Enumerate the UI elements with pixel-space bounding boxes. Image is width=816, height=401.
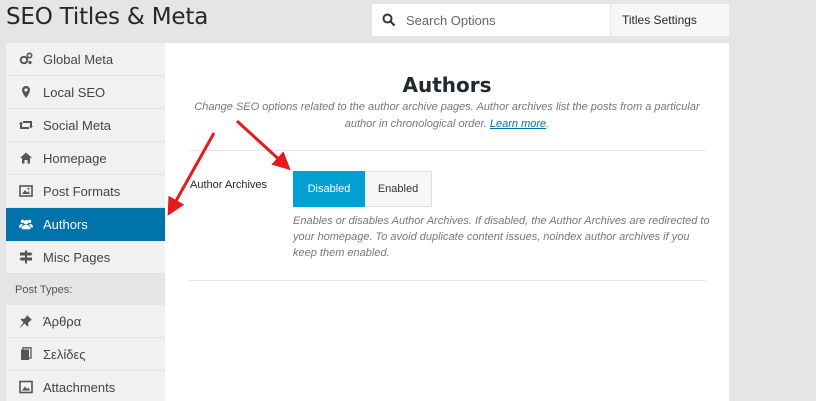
pin-icon	[19, 314, 33, 328]
sidebar-item-post-formats[interactable]: Post Formats	[6, 175, 165, 208]
sidebar-item-homepage[interactable]: Homepage	[6, 142, 165, 175]
disabled-option-button[interactable]: Disabled	[293, 171, 365, 207]
users-icon	[19, 217, 33, 231]
sidebar-item-articles[interactable]: Άρθρα	[6, 305, 165, 338]
enabled-option-button[interactable]: Enabled	[365, 171, 432, 207]
sidebar-item-social-meta[interactable]: Social Meta	[6, 109, 165, 142]
author-archives-label: Author Archives	[190, 179, 268, 191]
image-icon	[19, 184, 33, 198]
section-description-end: .	[546, 118, 550, 130]
retweet-icon	[19, 118, 33, 132]
page-title: SEO Titles & Meta	[6, 4, 209, 30]
pages-icon	[19, 347, 33, 361]
sidebar-item-misc-pages[interactable]: Misc Pages	[6, 241, 165, 274]
sidebar-item-label: Local SEO	[43, 84, 106, 100]
sidebar-item-attachments[interactable]: Attachments	[6, 371, 165, 401]
sidebar-item-authors[interactable]: Authors	[6, 208, 165, 241]
search-icon	[382, 13, 396, 27]
home-icon	[19, 151, 33, 165]
search-box[interactable]	[372, 4, 610, 36]
divider	[189, 150, 706, 151]
sidebar-item-label: Social Meta	[43, 117, 111, 133]
section-title: Authors	[402, 73, 492, 97]
sidebar: Global Meta Local SEO Social Meta Homepa…	[6, 43, 165, 401]
sidebar-item-global-meta[interactable]: Global Meta	[6, 43, 165, 76]
sidebar-item-label: Σελίδες	[43, 346, 86, 362]
signpost-icon	[19, 250, 33, 264]
author-archives-toggle: Disabled Enabled	[293, 171, 432, 207]
sidebar-item-label: Homepage	[43, 150, 107, 166]
post-types-group-label: Post Types:	[6, 274, 165, 305]
section-description-text: Change SEO options related to the author…	[194, 101, 700, 130]
cogs-icon	[19, 52, 33, 66]
search-input[interactable]	[406, 12, 586, 28]
sidebar-item-label: Misc Pages	[43, 249, 111, 265]
sidebar-item-label: Post Formats	[43, 183, 121, 199]
sidebar-item-label: Attachments	[43, 379, 116, 395]
main-content: Authors Change SEO options related to th…	[165, 43, 729, 401]
sidebar-item-label: Global Meta	[43, 51, 114, 67]
divider	[189, 280, 706, 281]
sidebar-item-label: Άρθρα	[43, 313, 82, 329]
section-description: Change SEO options related to the author…	[190, 99, 704, 133]
map-pin-icon	[19, 85, 33, 99]
settings-select[interactable]: Titles Settings	[611, 4, 729, 36]
sidebar-item-local-seo[interactable]: Local SEO	[6, 76, 165, 109]
sidebar-item-pages[interactable]: Σελίδες	[6, 338, 165, 371]
attachment-icon	[19, 380, 33, 394]
author-archives-help: Enables or disables Author Archives. If …	[293, 215, 710, 259]
sidebar-item-label: Authors	[43, 216, 88, 232]
learn-more-link[interactable]: Learn more	[490, 118, 546, 130]
